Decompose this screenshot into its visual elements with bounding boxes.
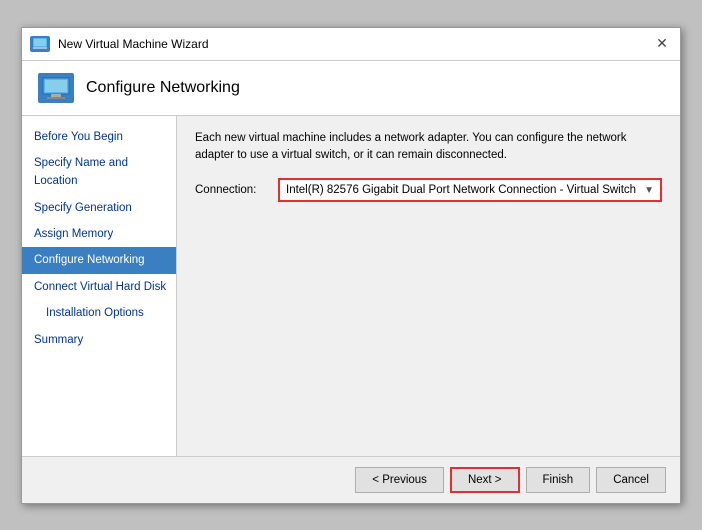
connection-field-row: Connection: Intel(R) 82576 Gigabit Dual …	[195, 178, 662, 202]
window-icon	[30, 36, 50, 52]
sidebar: Before You Begin Specify Name and Locati…	[22, 116, 177, 456]
close-button[interactable]: ✕	[652, 34, 672, 54]
finish-button[interactable]: Finish	[526, 467, 591, 493]
window-title: New Virtual Machine Wizard	[58, 37, 209, 51]
main-content: Each new virtual machine includes a netw…	[177, 116, 680, 456]
sidebar-item-before-you-begin[interactable]: Before You Begin	[22, 124, 176, 150]
connection-value: Intel(R) 82576 Gigabit Dual Port Network…	[286, 184, 636, 196]
title-bar-left: New Virtual Machine Wizard	[30, 36, 209, 52]
sidebar-item-connect-vhd[interactable]: Connect Virtual Hard Disk	[22, 274, 176, 300]
header-section: Configure Networking	[22, 61, 680, 116]
body: Before You Begin Specify Name and Locati…	[22, 116, 680, 456]
sidebar-item-specify-name[interactable]: Specify Name and Location	[22, 150, 176, 195]
connection-dropdown[interactable]: Intel(R) 82576 Gigabit Dual Port Network…	[278, 178, 662, 202]
dropdown-arrow-icon: ▼	[644, 185, 654, 196]
cancel-button[interactable]: Cancel	[596, 467, 666, 493]
previous-button[interactable]: < Previous	[355, 467, 444, 493]
header-network-icon	[38, 73, 74, 103]
connection-label: Connection:	[195, 184, 270, 196]
sidebar-item-summary[interactable]: Summary	[22, 327, 176, 353]
sidebar-item-specify-generation[interactable]: Specify Generation	[22, 195, 176, 221]
title-bar: New Virtual Machine Wizard ✕	[22, 28, 680, 61]
description-text: Each new virtual machine includes a netw…	[195, 130, 662, 165]
sidebar-item-installation-options[interactable]: Installation Options	[22, 300, 176, 326]
sidebar-item-assign-memory[interactable]: Assign Memory	[22, 221, 176, 247]
sidebar-item-configure-networking[interactable]: Configure Networking	[22, 247, 176, 273]
next-button[interactable]: Next >	[450, 467, 520, 493]
wizard-window: New Virtual Machine Wizard ✕ Configure N…	[21, 27, 681, 504]
page-title: Configure Networking	[86, 79, 240, 97]
footer: < Previous Next > Finish Cancel	[22, 456, 680, 503]
